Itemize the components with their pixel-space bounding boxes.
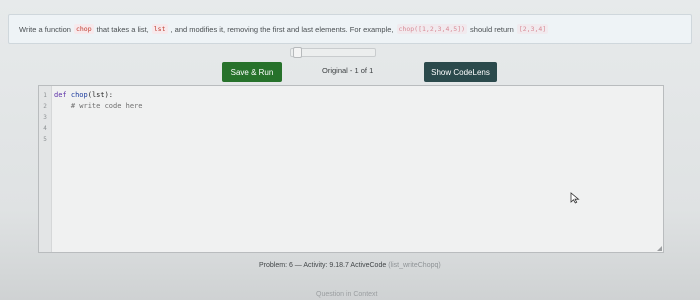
function-name: chop [70, 91, 88, 99]
line-number: 4 [43, 124, 47, 132]
activity-text: Problem: 6 — Activity: 9.18.7 ActiveCode [259, 262, 387, 269]
line-number: 5 [43, 135, 47, 143]
activity-id: (list_writeChopq) [388, 262, 441, 269]
prompt-code-function: chop [73, 24, 94, 34]
prompt-code-example: chop([1,2,3,4,5]) [396, 24, 468, 34]
line-number: 2 [43, 102, 47, 110]
history-slider-handle[interactable] [293, 47, 302, 58]
save-run-button[interactable]: Save & Run [222, 62, 282, 82]
prompt-code-param: lst [151, 24, 168, 34]
keyword-def: def [54, 91, 67, 99]
activecode-page: Write a function chop that takes a list,… [0, 0, 700, 300]
prompt-text-3: , and modifies it, removing the first an… [170, 24, 394, 34]
line-content[interactable]: # write code here [51, 102, 143, 110]
code-line: 1 def chop(lst): [39, 90, 663, 100]
code-editor[interactable]: 1 def chop(lst): 2 # write code here 3 4… [38, 85, 664, 253]
resize-handle[interactable] [657, 246, 662, 251]
code-line: 3 [39, 112, 663, 122]
prompt-text-4: should return [470, 24, 514, 34]
problem-prompt: Write a function chop that takes a list,… [8, 14, 692, 44]
line-content[interactable]: def chop(lst): [51, 91, 113, 99]
activity-label: Problem: 6 — Activity: 9.18.7 ActiveCode… [259, 262, 441, 269]
line-number: 3 [43, 113, 47, 121]
function-signature: (lst): [87, 91, 114, 99]
code-line: 2 # write code here [39, 101, 663, 111]
mouse-pointer-icon [570, 192, 580, 204]
question-in-context-link[interactable]: Question in Context [316, 291, 377, 298]
code-line: 4 [39, 123, 663, 133]
prompt-text-2: that takes a list, [96, 24, 149, 34]
prompt-text-1: Write a function [19, 24, 71, 34]
prompt-code-result: [2,3,4] [516, 24, 549, 34]
history-slider[interactable] [290, 47, 376, 58]
line-number: 1 [43, 91, 47, 99]
version-history-label: Original - 1 of 1 [322, 66, 374, 75]
code-line: 5 [39, 134, 663, 144]
show-codelens-button[interactable]: Show CodeLens [424, 62, 497, 82]
